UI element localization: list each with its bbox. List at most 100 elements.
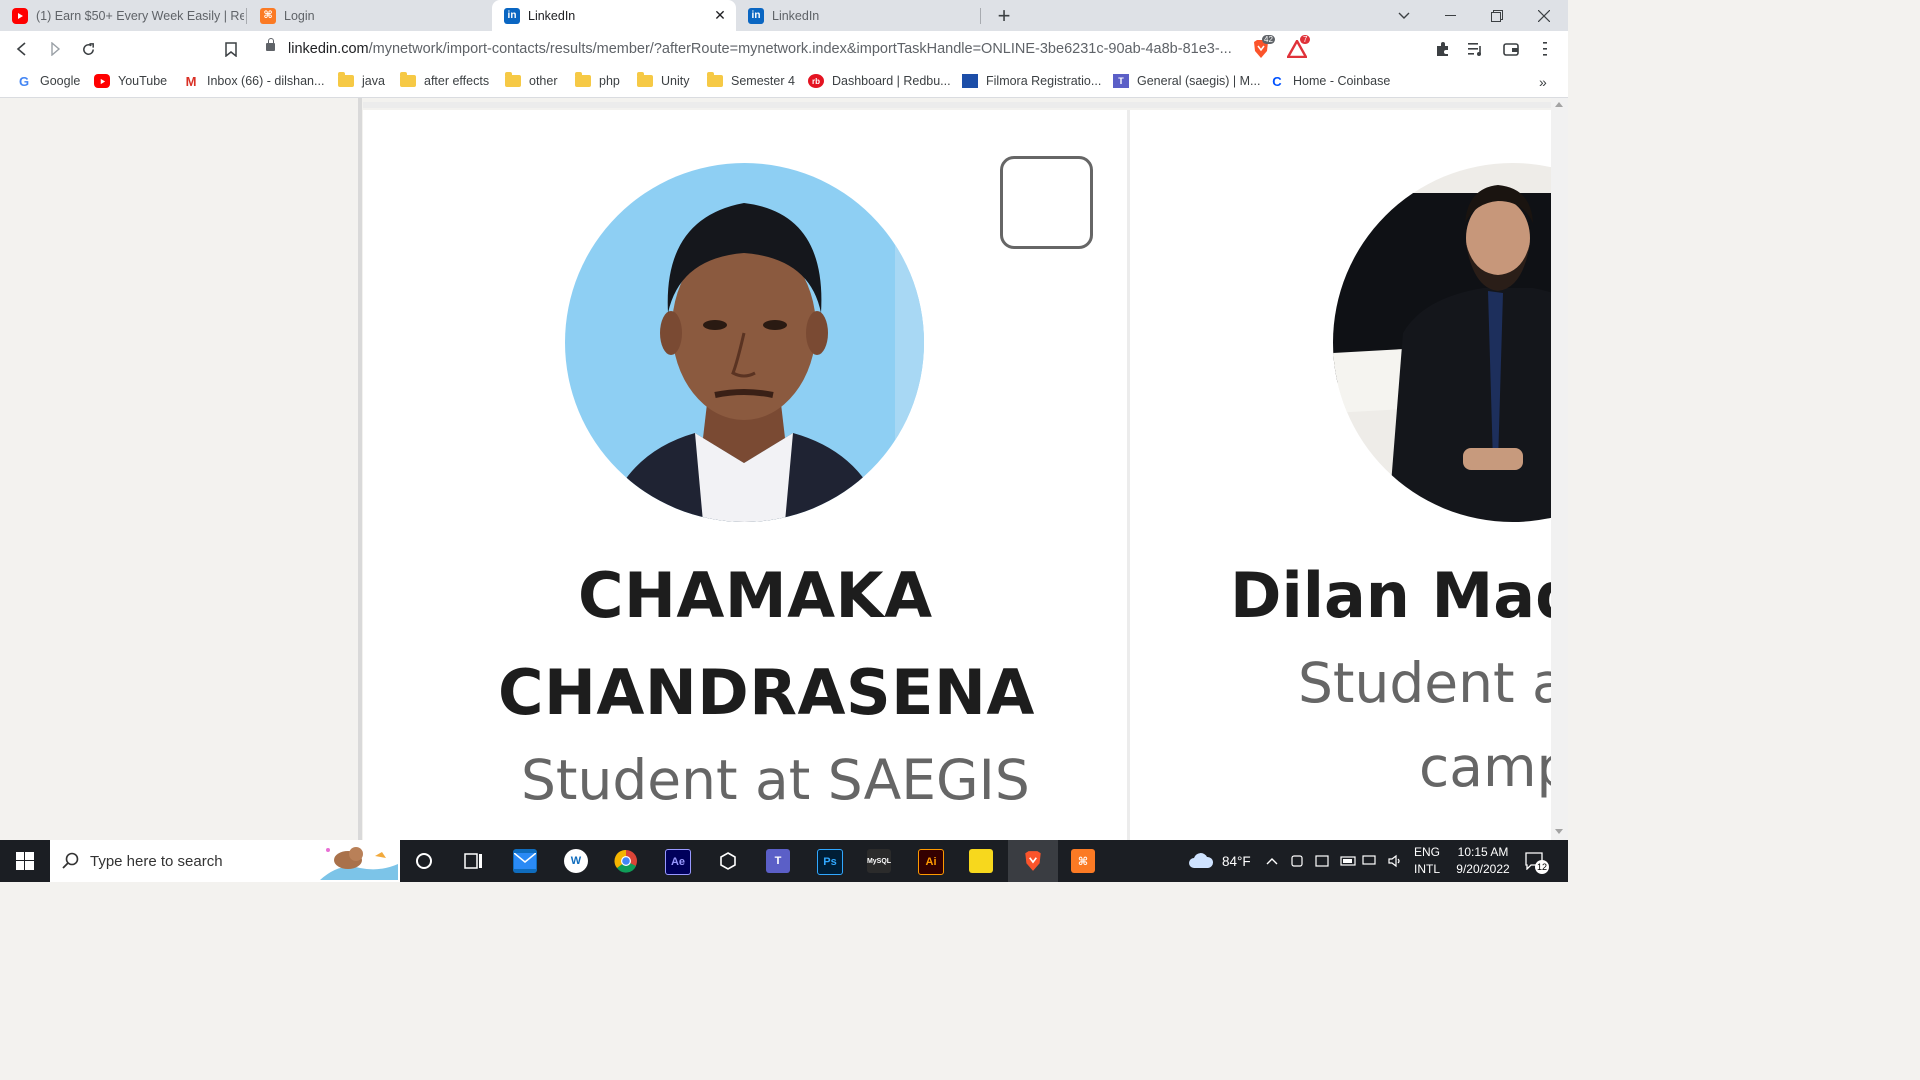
- back-button[interactable]: [10, 37, 34, 61]
- folder-icon: [338, 72, 354, 88]
- tab-linkedin-active[interactable]: in LinkedIn ✕: [492, 0, 736, 31]
- media-controls-button[interactable]: [1464, 37, 1488, 61]
- filmora-icon: [962, 74, 978, 88]
- bookmark-icon: [225, 41, 237, 57]
- menu-button[interactable]: [1533, 37, 1557, 61]
- xampp-app-icon[interactable]: ⌘: [1071, 849, 1095, 873]
- card-top-border: [363, 102, 1551, 108]
- brave-shields-button[interactable]: 42: [1249, 35, 1275, 61]
- youtube-icon: [94, 74, 110, 88]
- clock-time: 10:15 AM: [1457, 845, 1509, 859]
- redbubble-icon: rb: [808, 74, 824, 88]
- brave-rewards-button[interactable]: 7: [1285, 35, 1311, 61]
- restore-button[interactable]: [1474, 0, 1520, 31]
- weather-temperature: 84°F: [1222, 853, 1251, 869]
- tab-linkedin[interactable]: in LinkedIn: [736, 0, 980, 31]
- photoshop-app-icon[interactable]: Ps: [817, 849, 843, 875]
- bookmark-gmail[interactable]: M Inbox (66) - dilshan...: [183, 74, 325, 89]
- show-hidden-icons-button[interactable]: [1266, 840, 1278, 882]
- cortana-circle-icon: [416, 853, 432, 869]
- word-app-icon[interactable]: W: [564, 849, 588, 873]
- puzzle-icon: [1437, 42, 1448, 56]
- bookmark-label: other: [529, 74, 558, 88]
- back-arrow-icon: [16, 42, 26, 56]
- chevron-down-icon: [1398, 12, 1410, 19]
- close-window-button[interactable]: [1521, 0, 1567, 31]
- start-button[interactable]: [13, 849, 37, 873]
- bookmark-folder-after-effects[interactable]: after effects: [400, 72, 489, 88]
- bookmark-folder-semester-4[interactable]: Semester 4: [707, 72, 795, 88]
- tray-icons[interactable]: [1291, 840, 1381, 882]
- sticky-notes-app-icon[interactable]: [969, 849, 993, 873]
- taskbar-search[interactable]: Type here to search: [50, 840, 400, 882]
- forward-button[interactable]: [43, 37, 67, 61]
- wallet-icon: [1503, 43, 1519, 56]
- bookmark-folder-java[interactable]: java: [338, 72, 385, 88]
- bookmark-filmora[interactable]: Filmora Registratio...: [962, 74, 1101, 88]
- linkedin-icon: in: [504, 7, 520, 24]
- url-path: /mynetwork/import-contacts/results/membe…: [368, 41, 1232, 57]
- mail-app-icon[interactable]: [513, 849, 537, 873]
- bookmark-folder-unity[interactable]: Unity: [637, 72, 689, 88]
- brave-app-icon[interactable]: [1008, 840, 1058, 882]
- clock-date: 9/20/2022: [1456, 862, 1510, 876]
- vertical-scrollbar[interactable]: [1551, 98, 1568, 840]
- select-contact-checkbox[interactable]: [1000, 156, 1093, 249]
- reload-button[interactable]: [76, 37, 100, 61]
- mysql-workbench-app-icon[interactable]: MySQL: [867, 849, 891, 873]
- close-icon[interactable]: ✕: [710, 7, 730, 24]
- after-effects-app-icon[interactable]: Ae: [665, 849, 691, 875]
- bookmark-label: Google: [40, 74, 81, 88]
- extensions-button[interactable]: [1431, 37, 1455, 61]
- weather-widget[interactable]: 84°F: [1188, 840, 1251, 882]
- language-indicator[interactable]: ENG INTL: [1414, 840, 1440, 882]
- tab-separator: [980, 8, 981, 24]
- cortana-button[interactable]: [412, 849, 436, 873]
- wallet-button[interactable]: [1499, 37, 1523, 61]
- minimize-button[interactable]: [1427, 0, 1473, 31]
- chrome-app-icon[interactable]: [614, 849, 638, 873]
- bookmark-google[interactable]: G Google: [16, 74, 81, 89]
- lock-icon: [266, 38, 275, 51]
- bookmark-coinbase[interactable]: C Home - Coinbase: [1269, 73, 1390, 89]
- cloud-icon: [1189, 853, 1214, 868]
- linkedin-icon: in: [748, 7, 764, 24]
- folder-icon: [707, 72, 723, 88]
- task-view-button[interactable]: [462, 849, 486, 873]
- sidebar-divider: [358, 98, 362, 840]
- chevron-up-icon: [1266, 858, 1278, 865]
- bookmark-button[interactable]: [219, 37, 243, 61]
- bookmark-folder-php[interactable]: php: [575, 72, 620, 88]
- hamburger-menu-icon: [1543, 42, 1547, 56]
- bookmark-youtube[interactable]: YouTube: [94, 74, 167, 88]
- tab-search-button[interactable]: [1381, 0, 1427, 31]
- coinbase-icon: C: [1272, 73, 1282, 89]
- volume-button[interactable]: [1388, 840, 1402, 882]
- speaker-icon: [1388, 854, 1400, 868]
- bookmark-teams[interactable]: T General (saegis) | M...: [1113, 74, 1260, 88]
- tab-youtube[interactable]: (1) Earn $50+ Every Week Easily | Rem: [0, 0, 244, 31]
- illustrator-app-icon[interactable]: Ai: [918, 849, 944, 875]
- scroll-down-arrow[interactable]: [1555, 829, 1563, 834]
- bookmark-label: java: [362, 74, 385, 88]
- search-icon: [62, 852, 79, 869]
- clock[interactable]: 10:15 AM 9/20/2022: [1452, 840, 1514, 882]
- keyboard-layout: INTL: [1414, 862, 1441, 876]
- task-view-icon: [464, 853, 482, 869]
- notifications-button[interactable]: 12: [1525, 840, 1549, 882]
- bookmark-label: Filmora Registratio...: [986, 74, 1102, 88]
- more-bookmarks-button[interactable]: »: [1539, 74, 1547, 90]
- shield-count-badge: 42: [1262, 35, 1275, 44]
- bookmark-label: YouTube: [118, 74, 168, 88]
- new-tab-button[interactable]: +: [992, 3, 1016, 29]
- tab-login[interactable]: ⌘ Login: [248, 0, 492, 31]
- bookmark-folder-other[interactable]: other: [505, 72, 558, 88]
- search-highlight-illustration: [320, 847, 398, 880]
- youtube-icon: [12, 7, 28, 24]
- bookmark-redbubble[interactable]: rb Dashboard | Redbu...: [808, 74, 951, 88]
- address-bar[interactable]: linkedin.com/mynetwork/import-contacts/r…: [288, 37, 1258, 61]
- bookmark-label: Dashboard | Redbu...: [832, 74, 951, 88]
- unity-app-icon[interactable]: [716, 849, 740, 873]
- scroll-up-arrow[interactable]: [1555, 102, 1563, 107]
- teams-app-icon[interactable]: T: [766, 849, 790, 873]
